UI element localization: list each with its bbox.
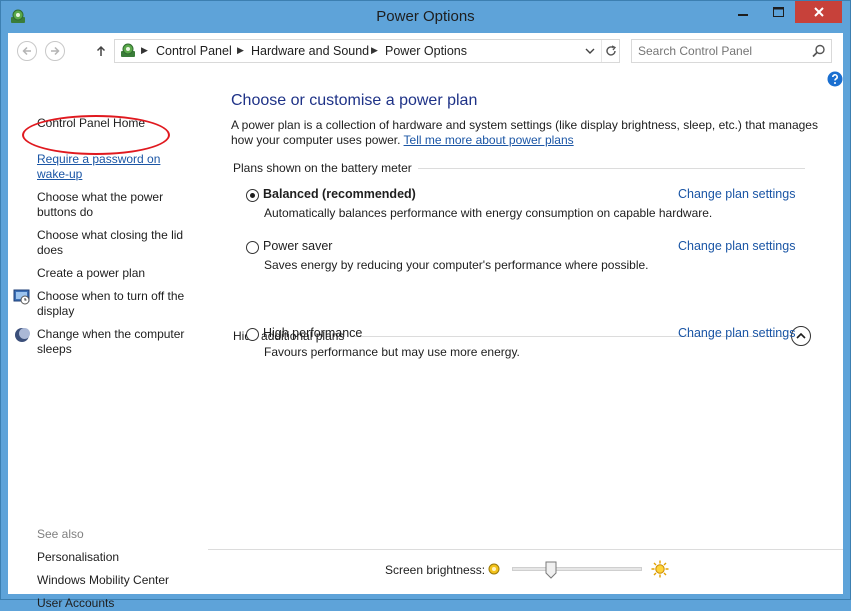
- plan-power-saver-description: Saves energy by reducing your computer's…: [264, 258, 649, 272]
- plan-power-saver-change-link[interactable]: Change plan settings: [678, 239, 795, 253]
- breadcrumb-power-options[interactable]: Power Options: [385, 44, 467, 58]
- plan-high-performance-radio[interactable]: [246, 328, 259, 341]
- back-arrow-icon: [22, 46, 31, 56]
- highlight-oval: [22, 115, 170, 155]
- brightness-slider-track[interactable]: [512, 567, 642, 571]
- minimize-button[interactable]: [725, 1, 761, 23]
- plan-high-performance-name[interactable]: High performance: [263, 326, 362, 340]
- plan-balanced-radio[interactable]: [246, 189, 259, 202]
- navigation-bar: ▶ Control Panel ▶ Hardware and Sound ▶ P…: [8, 33, 843, 69]
- up-arrow-icon: [96, 45, 106, 56]
- forward-button[interactable]: [45, 41, 65, 61]
- intro-text: A power plan is a collection of hardware…: [231, 118, 821, 148]
- learn-more-link[interactable]: Tell me more about power plans: [404, 133, 574, 147]
- close-button[interactable]: [795, 1, 842, 23]
- sidebar-item-closing-lid[interactable]: Choose what closing the lid does: [37, 228, 192, 258]
- close-icon: [813, 7, 824, 17]
- plan-balanced-change-link[interactable]: Change plan settings: [678, 187, 795, 201]
- breadcrumb-separator-icon: ▶: [237, 45, 244, 55]
- back-button[interactable]: [17, 41, 37, 61]
- search-box[interactable]: [631, 39, 832, 63]
- dim-brightness-icon: [488, 563, 500, 575]
- see-also-heading: See also: [37, 527, 84, 541]
- title-bar[interactable]: Power Options: [1, 1, 850, 33]
- minimize-icon: [738, 14, 748, 16]
- see-also-user-accounts[interactable]: User Accounts: [37, 596, 197, 611]
- plan-power-saver-radio[interactable]: [246, 241, 259, 254]
- client-area: ▶ Control Panel ▶ Hardware and Sound ▶ P…: [8, 33, 843, 610]
- power-options-window: Power Options ▶ Control Panel ▶ Hardware…: [0, 0, 851, 610]
- breadcrumb-separator-icon: ▶: [141, 45, 148, 55]
- sidebar: Control Panel Home Require a password on…: [8, 69, 208, 610]
- control-panel-small-icon: [121, 43, 135, 57]
- see-also-personalisation[interactable]: Personalisation: [37, 550, 197, 565]
- search-icon[interactable]: [812, 44, 826, 58]
- main-content: Choose or customise a power plan A power…: [208, 69, 843, 594]
- address-bar[interactable]: ▶ Control Panel ▶ Hardware and Sound ▶ P…: [114, 39, 620, 63]
- refresh-button[interactable]: [601, 40, 619, 62]
- display-schedule-icon: [13, 289, 30, 305]
- see-also-mobility-center[interactable]: Windows Mobility Center: [37, 573, 197, 588]
- sidebar-item-computer-sleeps[interactable]: Change when the computer sleeps: [37, 327, 192, 357]
- plan-high-performance-description: Favours performance but may use more ene…: [264, 345, 520, 359]
- sidebar-item-require-password[interactable]: Require a password on wake-up: [37, 152, 167, 182]
- forward-arrow-icon: [51, 46, 60, 56]
- plan-power-saver-name[interactable]: Power saver: [263, 239, 332, 253]
- bright-brightness-icon: [651, 560, 669, 578]
- page-title: Choose or customise a power plan: [231, 92, 478, 109]
- chevron-up-icon: [796, 333, 806, 339]
- plan-balanced-name[interactable]: Balanced (recommended): [263, 187, 416, 201]
- search-input[interactable]: [632, 40, 807, 62]
- brightness-label: Screen brightness:: [385, 563, 486, 577]
- maximize-icon: [772, 7, 784, 17]
- sidebar-item-create-power-plan[interactable]: Create a power plan: [37, 266, 197, 281]
- up-button[interactable]: [91, 41, 111, 61]
- address-dropdown-button[interactable]: [581, 40, 599, 62]
- sidebar-item-turn-off-display[interactable]: Choose when to turn off the display: [37, 289, 192, 319]
- moon-icon: [15, 328, 30, 342]
- plan-high-performance-change-link[interactable]: Change plan settings: [678, 326, 795, 340]
- window-title: Power Options: [376, 8, 475, 25]
- maximize-button[interactable]: [761, 1, 795, 23]
- chevron-down-icon: [585, 48, 595, 54]
- brightness-slider-thumb[interactable]: [545, 561, 557, 579]
- battery-group-label: Plans shown on the battery meter: [233, 161, 418, 175]
- breadcrumb-hardware-and-sound[interactable]: Hardware and Sound: [251, 44, 369, 58]
- sidebar-item-power-buttons[interactable]: Choose what the power buttons do: [37, 190, 172, 220]
- footer-divider: [208, 549, 843, 550]
- plan-balanced-description: Automatically balances performance with …: [264, 206, 713, 220]
- breadcrumb-control-panel[interactable]: Control Panel: [156, 44, 232, 58]
- breadcrumb-separator-icon: ▶: [371, 45, 378, 55]
- refresh-icon: [605, 45, 616, 56]
